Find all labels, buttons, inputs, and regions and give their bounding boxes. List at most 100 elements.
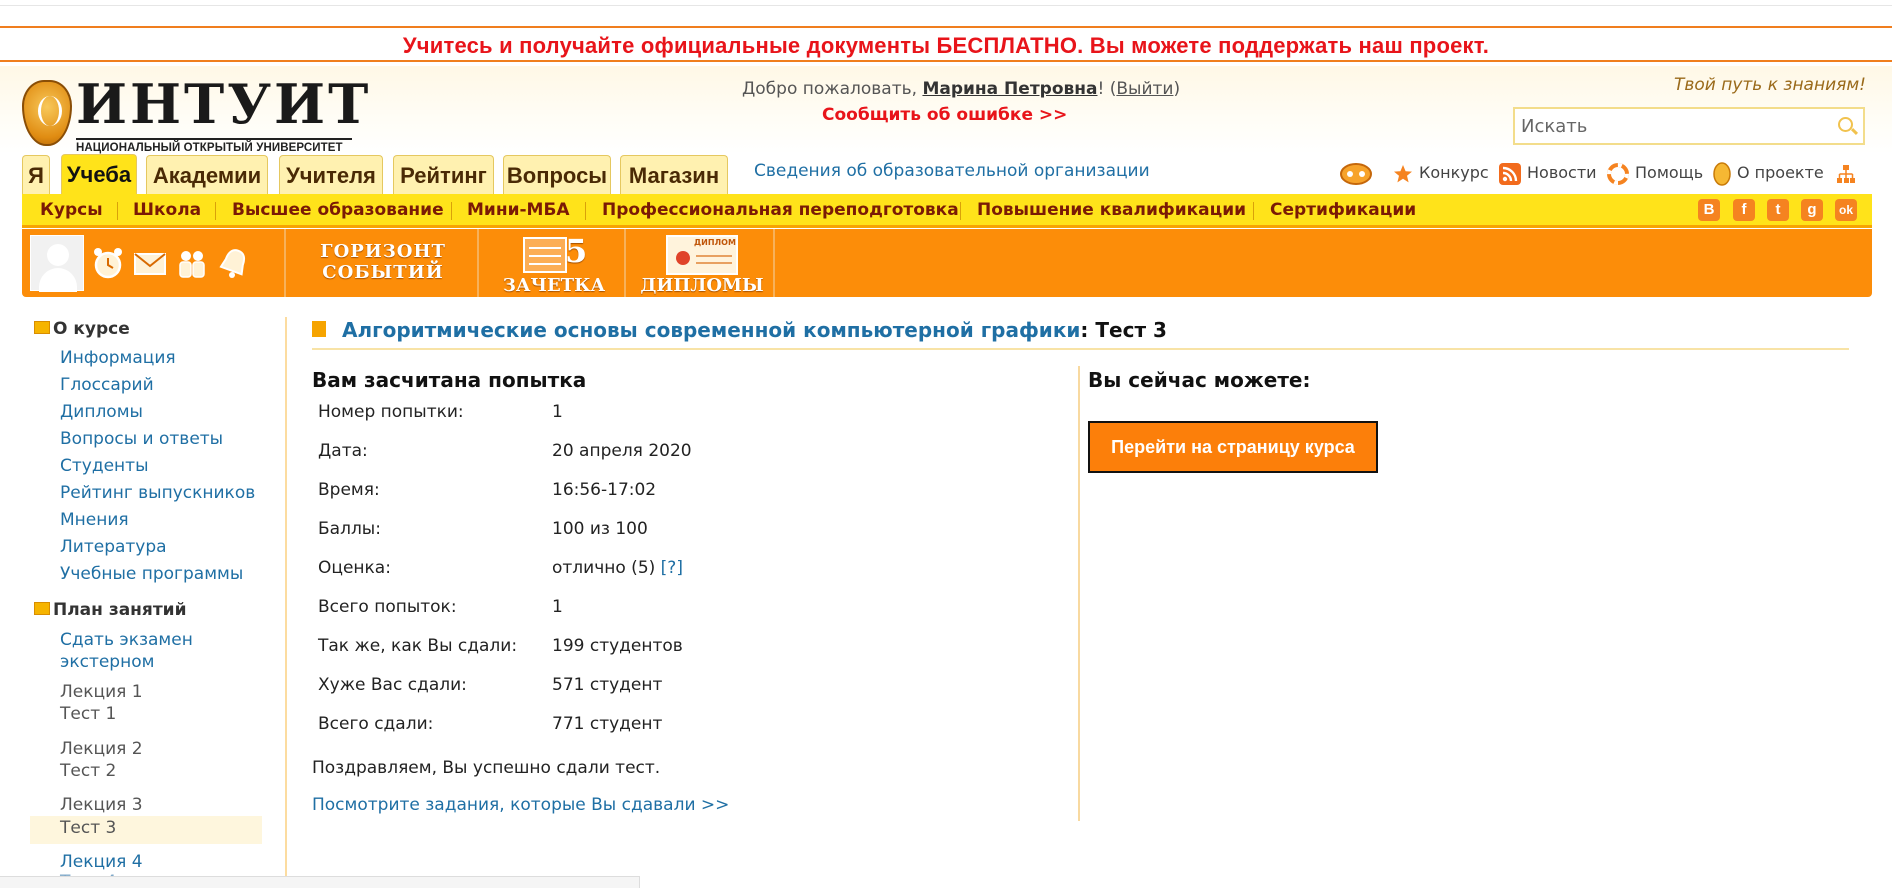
- welcome-excl: ! (: [1097, 79, 1117, 99]
- about-course-heading[interactable]: О курсе: [34, 319, 130, 339]
- top-divider: [0, 0, 1892, 6]
- sidebar-item-opinions[interactable]: Мнения: [60, 510, 129, 530]
- logo-subtitle: НАЦИОНАЛЬНЫЙ ОТКРЫТЫЙ УНИВЕРСИТЕТ: [76, 138, 352, 154]
- subnav-retraining[interactable]: Профессиональная переподготовка: [602, 200, 959, 220]
- subnav-separator: [585, 202, 586, 220]
- actions-heading: Вы сейчас можете:: [1088, 368, 1311, 392]
- friends-icon[interactable]: [175, 246, 209, 280]
- course-title-link[interactable]: Алгоритмические основы современной компь…: [342, 318, 1080, 342]
- chat-icon: [1340, 162, 1372, 185]
- sidebar-lecture-3[interactable]: Лекция 3: [60, 795, 143, 815]
- go-to-course-button[interactable]: Перейти на страницу курса: [1088, 421, 1378, 473]
- sidebar-item-programs[interactable]: Учебные программы: [60, 564, 243, 584]
- help-label: Помощь: [1635, 163, 1704, 182]
- logo-wordmark: ИНТУИТ: [76, 72, 372, 136]
- sidebar-item-students[interactable]: Студенты: [60, 456, 149, 476]
- personal-toolbar: ГОРИЗОНТ СОБЫТИЙ 5 ЗАЧЕТКА ДИПЛОМ ДИПЛОМ…: [22, 229, 1872, 297]
- subnav-bar: Курсы Школа Высшее образование Мини-МБА …: [22, 194, 1872, 228]
- facebook-icon[interactable]: f: [1733, 199, 1755, 221]
- sitemap-link[interactable]: [1836, 160, 1862, 186]
- sidebar-test-3-active[interactable]: Тест 3: [60, 818, 116, 838]
- total-passed-label: Всего сдали:: [318, 714, 434, 734]
- total-attempts-value: 1: [552, 597, 563, 617]
- subnav-mini-mba[interactable]: Мини-МБА: [467, 200, 570, 220]
- diploma-icon: ДИПЛОМ: [666, 235, 738, 275]
- events-horizon-button[interactable]: ГОРИЗОНТ СОБЫТИЙ: [290, 235, 476, 283]
- sidebar-item-diplomas[interactable]: Дипломы: [60, 402, 143, 422]
- news-link[interactable]: Новости: [1499, 160, 1597, 186]
- welcome-close: ): [1173, 79, 1181, 99]
- contest-link[interactable]: Конкурс: [1393, 160, 1489, 186]
- grade-value: отлично (5): [552, 558, 656, 578]
- sidebar-lecture-1[interactable]: Лекция 1: [60, 682, 143, 702]
- bell-icon[interactable]: [217, 246, 251, 280]
- sidebar-item-glossary[interactable]: Глоссарий: [60, 375, 154, 395]
- search-box: [1513, 107, 1865, 145]
- envelope-icon[interactable]: [133, 246, 167, 280]
- subnav-separator: [960, 202, 961, 220]
- about-link[interactable]: О проекте: [1713, 160, 1824, 186]
- slogan: Твой путь к знаниям!: [1673, 75, 1866, 95]
- about-label: О проекте: [1737, 163, 1824, 182]
- sidebar-item-qa[interactable]: Вопросы и ответы: [60, 429, 223, 449]
- vk-icon[interactable]: B: [1698, 199, 1720, 221]
- sidebar-divider: [285, 317, 287, 888]
- congrats-message: Поздравляем, Вы успешно сдали тест.: [312, 758, 661, 778]
- date-label: Дата:: [318, 441, 368, 461]
- sidebar-item-external-exam[interactable]: Сдать экзамен: [60, 630, 193, 650]
- sidebar-item-literature[interactable]: Литература: [60, 537, 167, 557]
- subnav-separator: [451, 202, 452, 220]
- promo-banner[interactable]: Учитесь и получайте официальные документ…: [0, 26, 1892, 62]
- chat-link[interactable]: [1339, 160, 1379, 186]
- alarm-clock-icon[interactable]: [91, 246, 125, 280]
- grade-help-link[interactable]: [?]: [661, 558, 683, 578]
- subnav-higher-education[interactable]: Высшее образование: [232, 200, 444, 220]
- subnav-school[interactable]: Школа: [133, 200, 201, 220]
- lesson-plan-heading[interactable]: План занятий: [34, 600, 187, 620]
- promo-banner-text[interactable]: Учитесь и получайте официальные документ…: [0, 28, 1892, 64]
- zachetka-button[interactable]: 5 ЗАЧЕТКА: [484, 232, 624, 296]
- twitter-icon[interactable]: t: [1767, 199, 1789, 221]
- search-input[interactable]: [1521, 113, 1821, 139]
- title-underline: [312, 348, 1849, 350]
- odnoklassniki-icon[interactable]: ok: [1835, 199, 1857, 221]
- help-link[interactable]: Помощь: [1607, 160, 1703, 186]
- lesson-plan-label: План занятий: [53, 600, 187, 620]
- sidebar-test-1[interactable]: Тест 1: [60, 704, 116, 724]
- lifebuoy-icon: [1607, 162, 1629, 185]
- subnav-certification[interactable]: Сертификации: [1270, 200, 1416, 220]
- intuit-logo[interactable]: ИНТУИТ НАЦИОНАЛЬНЫЙ ОТКРЫТЫЙ УНИВЕРСИТЕТ: [22, 74, 368, 156]
- horizon-line1: ГОРИЗОНТ: [320, 241, 446, 262]
- search-icon[interactable]: [1838, 117, 1853, 132]
- score-value: 100 из 100: [552, 519, 648, 539]
- sidebar-lecture-4[interactable]: Лекция 4: [60, 852, 143, 872]
- toolbar-divider: [284, 229, 286, 297]
- sidebar-test-2[interactable]: Тест 2: [60, 761, 116, 781]
- toolbar-divider: [624, 229, 626, 297]
- logo-emblem-icon: [22, 80, 72, 146]
- test-title: : Тест 3: [1080, 318, 1167, 342]
- zachetka-number: 5: [565, 232, 588, 270]
- see-tasks-link[interactable]: Посмотрите задания, которые Вы сдавали >…: [312, 795, 729, 815]
- toolbar-divider: [773, 229, 775, 297]
- sidebar-item-external-exam-line2[interactable]: экстерном: [60, 652, 154, 672]
- rss-icon: [1499, 162, 1521, 185]
- diploma-small-label: ДИПЛОМ: [694, 238, 736, 247]
- google-plus-icon[interactable]: g: [1801, 199, 1823, 221]
- subnav-qualification[interactable]: Повышение квалификации: [977, 200, 1246, 220]
- subnav-courses[interactable]: Курсы: [40, 200, 103, 220]
- time-value: 16:56-17:02: [552, 480, 657, 500]
- sidebar-lecture-2[interactable]: Лекция 2: [60, 739, 143, 759]
- same-result-label: Так же, как Вы сдали:: [318, 636, 518, 656]
- diplomas-button[interactable]: ДИПЛОМ ДИПЛОМЫ: [631, 235, 773, 296]
- worse-result-value: 571 студент: [552, 675, 663, 695]
- welcome-prefix: Добро пожаловать,: [742, 79, 923, 99]
- logout-link[interactable]: Выйти: [1116, 79, 1173, 99]
- sidebar-item-graduate-rating[interactable]: Рейтинг выпускников: [60, 483, 255, 503]
- sidebar-item-information[interactable]: Информация: [60, 348, 176, 368]
- report-error-link[interactable]: Сообщить об ошибке >>: [822, 105, 1067, 125]
- gradebook-icon: 5: [519, 232, 589, 275]
- user-profile-link[interactable]: Марина Петровна: [922, 79, 1097, 99]
- intuit-small-icon: [1713, 161, 1731, 186]
- avatar[interactable]: [30, 235, 84, 292]
